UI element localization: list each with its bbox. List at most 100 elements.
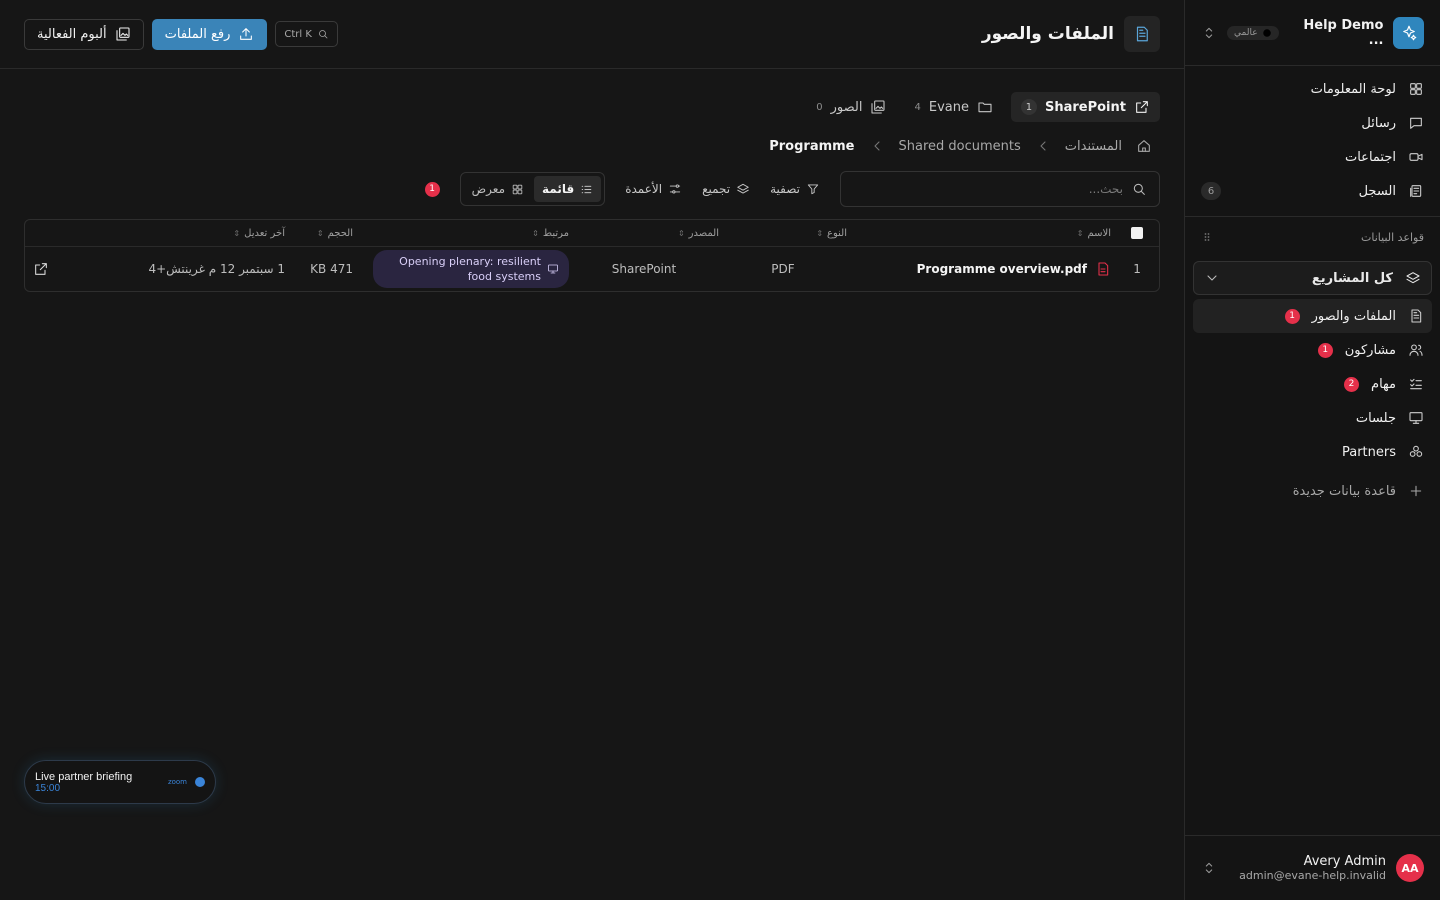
files-table: الاسم ⇕ النوع ⇕ المصدر ⇕ مرتبط ⇕ الحجم ⇕ آخر … — [24, 219, 1160, 292]
search-box — [840, 171, 1160, 207]
tab-count: 4 — [914, 101, 921, 113]
workspace-switcher[interactable]: Help Demo ... عالمي — [1185, 0, 1440, 66]
table-header: الاسم ⇕ النوع ⇕ المصدر ⇕ مرتبط ⇕ الحجم ⇕ آخر … — [25, 220, 1159, 247]
sort-icon: ⇕ — [316, 228, 324, 238]
search-icon — [1131, 181, 1147, 197]
search-input[interactable] — [853, 182, 1123, 196]
file-modified: 1 سبتمبر 12 م غرينتش+4 — [148, 262, 285, 276]
event-album-button[interactable]: ألبوم الفعالية — [24, 18, 144, 50]
user-info: Avery Admin admin@evane-help.invalid — [1239, 854, 1386, 882]
chevron-left-icon — [1035, 138, 1051, 154]
presentation-icon — [1408, 410, 1424, 426]
group-button[interactable]: تجميع — [702, 182, 750, 196]
chevron-down-icon — [1204, 270, 1220, 286]
breadcrumb-item[interactable]: المستندات — [1065, 139, 1122, 154]
column-header-related[interactable]: مرتبط ⇕ — [353, 228, 569, 239]
table-row[interactable]: 1 Programme overview.pdf PDF SharePoint … — [25, 247, 1159, 291]
file-type: PDF — [771, 262, 795, 276]
partners-icon — [1408, 444, 1424, 460]
chevron-up-down-icon[interactable] — [1201, 25, 1217, 41]
breadcrumb-item[interactable]: Shared documents — [899, 139, 1021, 154]
sort-icon: ⇕ — [233, 228, 241, 238]
nav-item-meetings[interactable]: اجتماعات — [1201, 140, 1424, 174]
gallery-label: معرض — [471, 182, 506, 196]
plus-icon — [1408, 483, 1424, 499]
sort-icon: ⇕ — [1076, 228, 1084, 238]
nav-item-messages[interactable]: رسائل — [1201, 106, 1424, 140]
drag-handle-icon[interactable] — [1201, 231, 1213, 243]
sparkle-logo-icon — [1393, 16, 1424, 49]
column-header-type[interactable]: النوع ⇕ — [719, 228, 847, 239]
select-all-checkbox[interactable] — [1131, 227, 1143, 239]
header-actions: Ctrl K رفع الملفات ألبوم الفعالية — [24, 18, 338, 50]
file-name-cell[interactable]: Programme overview.pdf — [847, 261, 1115, 277]
document-icon — [1408, 308, 1424, 324]
nav-item-label: اجتماعات — [1344, 149, 1396, 165]
video-icon — [1408, 149, 1424, 165]
tab-label: الصور — [830, 99, 863, 115]
db-item-label: مهام — [1371, 376, 1396, 392]
databases-heading: قواعد البيانات — [1185, 217, 1440, 257]
grid-icon — [511, 183, 524, 196]
view-toggle: قائمة معرض — [459, 172, 606, 206]
columns-button[interactable]: الأعمدة — [625, 182, 682, 196]
page-header: الملفات والصور Ctrl K رفع الملفات ألبوم … — [0, 0, 1184, 69]
layers-icon — [1405, 270, 1421, 286]
nav-item-log[interactable]: السجل 6 — [1201, 174, 1424, 208]
workspace-name: Help Demo ... — [1303, 17, 1384, 48]
page-title: الملفات والصور — [981, 24, 1114, 44]
user-menu[interactable]: AA Avery Admin admin@evane-help.invalid — [1185, 835, 1440, 900]
columns-label: الأعمدة — [625, 182, 663, 196]
gallery-view-button[interactable]: معرض — [464, 176, 532, 202]
sliders-icon — [668, 182, 682, 196]
home-icon[interactable] — [1136, 138, 1152, 154]
tab-evane[interactable]: Evane 4 — [904, 92, 1003, 122]
live-briefing-toast[interactable]: Live partner briefing 15:00 zoom — [24, 760, 216, 804]
tab-sharepoint[interactable]: SharePoint 1 — [1010, 92, 1160, 122]
workspace-badge: عالمي — [1227, 25, 1279, 40]
filter-button[interactable]: تصفية — [770, 182, 820, 196]
row-index: 1 — [1133, 262, 1141, 276]
column-label: النوع — [827, 227, 847, 239]
column-label: المصدر — [688, 227, 719, 239]
db-item-sessions[interactable]: جلسات — [1193, 401, 1432, 435]
command-search-button[interactable]: Ctrl K — [275, 21, 338, 47]
column-label: آخر تعديل — [244, 227, 285, 239]
db-item-tasks[interactable]: مهام 2 — [1193, 367, 1432, 401]
databases-heading-label: قواعد البيانات — [1361, 230, 1424, 244]
tab-photos[interactable]: الصور 0 — [806, 92, 896, 122]
column-header-size[interactable]: الحجم ⇕ — [285, 228, 353, 239]
table-toolbar: تصفية تجميع الأعمدة قائمة معرض 1 — [24, 171, 1160, 207]
list-icon — [580, 183, 593, 196]
chevron-up-down-icon — [1201, 860, 1217, 876]
column-header-name[interactable]: الاسم ⇕ — [847, 228, 1115, 239]
open-external-icon[interactable] — [33, 261, 49, 277]
breadcrumb: المستندات Shared documents Programme — [24, 134, 1160, 158]
file-size: 471 KB — [310, 262, 353, 276]
globe-icon — [1262, 28, 1271, 37]
file-source: SharePoint — [611, 262, 677, 276]
toolbar-notification-badge: 1 — [424, 181, 440, 197]
list-view-button[interactable]: قائمة — [534, 176, 602, 202]
db-item-label: الملفات والصور — [1311, 308, 1396, 324]
upload-files-button[interactable]: رفع الملفات — [151, 18, 268, 50]
column-label: مرتبط — [542, 227, 569, 239]
new-database-button[interactable]: قاعدة بيانات جديدة — [1185, 473, 1440, 509]
column-header-modified[interactable]: آخر تعديل ⇕ — [89, 228, 285, 239]
nav-item-dashboard[interactable]: لوحة المعلومات — [1201, 72, 1424, 106]
pdf-file-icon — [1095, 261, 1111, 277]
db-item-participants[interactable]: مشاركون 1 — [1193, 333, 1432, 367]
db-item-label: جلسات — [1355, 410, 1396, 426]
tab-count: 1 — [1020, 99, 1037, 115]
projects-label: كل المشاريع — [1311, 270, 1393, 286]
upload-label: رفع الملفات — [164, 26, 231, 42]
related-session-pill[interactable]: Opening plenary: resilient food systems — [373, 250, 569, 288]
db-item-files[interactable]: الملفات والصور 1 — [1193, 299, 1432, 333]
filter-label: تصفية — [770, 182, 800, 196]
user-email: admin@evane-help.invalid — [1239, 869, 1386, 882]
sidebar: Help Demo ... عالمي لوحة المعلومات رسائل… — [1184, 0, 1440, 900]
projects-selector[interactable]: كل المشاريع — [1193, 261, 1432, 295]
log-count-badge: 6 — [1201, 182, 1221, 200]
column-header-source[interactable]: المصدر ⇕ — [569, 228, 719, 239]
db-item-partners[interactable]: Partners — [1193, 435, 1432, 469]
